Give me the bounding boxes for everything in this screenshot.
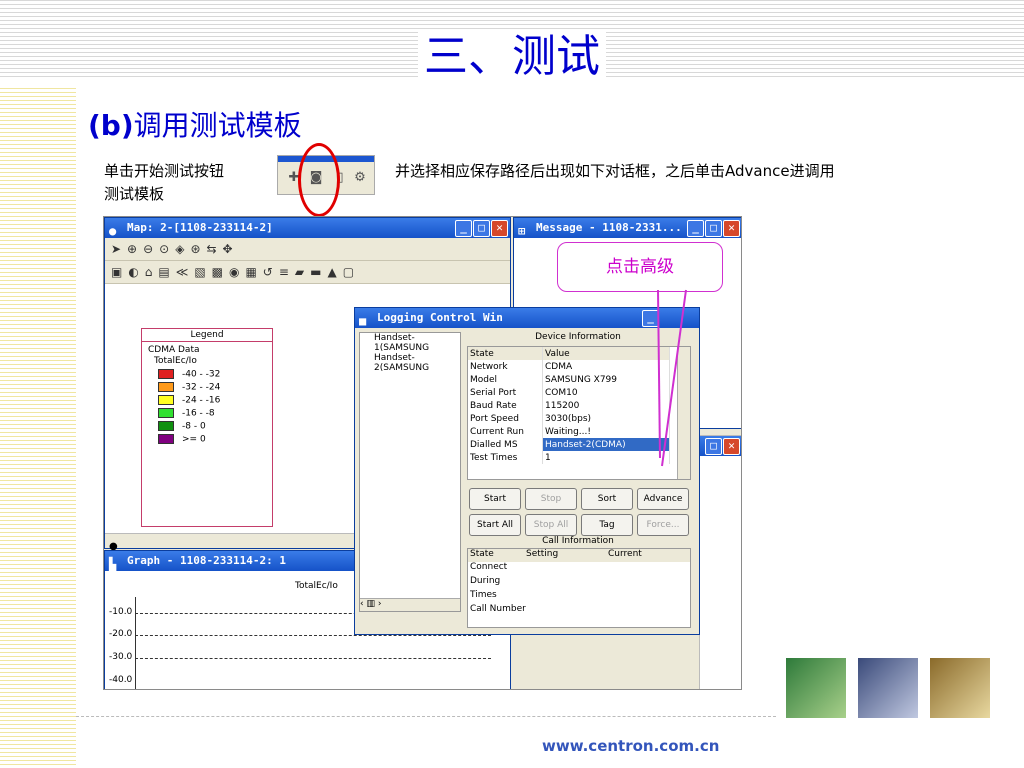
- map-toolbar-1[interactable]: ➤⊕⊖⊙◈⊛⇆✥: [105, 238, 510, 261]
- start-button[interactable]: Start: [469, 488, 521, 510]
- table-cell: Port Speed: [468, 412, 543, 425]
- sort-button[interactable]: Sort: [581, 488, 633, 510]
- stop-button[interactable]: Stop: [525, 488, 577, 510]
- table-cell: Network: [468, 360, 543, 373]
- call-info-table[interactable]: State Setting Current Connect During Tim…: [467, 548, 691, 628]
- close-button[interactable]: ✕: [723, 220, 740, 237]
- grid-line: [135, 658, 491, 659]
- map-toolbar-2[interactable]: ▣◐⌂▤≪▧▩◉▦↺≡▰▬▲▢: [105, 261, 510, 284]
- stop-all-button[interactable]: Stop All: [525, 514, 577, 536]
- tag-button[interactable]: Tag: [581, 514, 633, 536]
- minimize-button[interactable]: _: [687, 220, 704, 237]
- slide-subtitle: (b)调用测试模板: [88, 109, 302, 142]
- start-all-button[interactable]: Start All: [469, 514, 521, 536]
- y-tick-label: -10.0: [109, 607, 133, 617]
- callout-bubble: 点击高级: [557, 242, 723, 292]
- description-line-2: 测试模板: [104, 185, 165, 203]
- table-cell: Test Times: [468, 451, 543, 464]
- settings-icon[interactable]: ⚙: [352, 170, 368, 186]
- grid-icon: ⊞: [518, 224, 526, 238]
- highlight-oval: [298, 143, 340, 217]
- table-cell: Model: [468, 373, 543, 386]
- close-button[interactable]: ✕: [491, 220, 508, 237]
- legend-metric: TotalEc/Io: [154, 356, 197, 366]
- map-window-titlebar[interactable]: ● Map: 2-[1108-233114-2] _ □ ✕: [105, 218, 510, 238]
- handset-list-scrollbar[interactable]: ‹ ▥ ›: [360, 598, 460, 611]
- legend-item: -32 - -24: [158, 382, 220, 393]
- legend-swatch: [158, 395, 174, 405]
- description-line-1-cont: 并选择相应保存路径后出现如下对话框，之后单击Advance进调用: [395, 162, 835, 180]
- legend-title: Legend: [142, 329, 272, 342]
- graph-series-label: TotalEc/Io: [295, 581, 338, 591]
- description-line-1: 单击开始测试按钮: [104, 162, 225, 180]
- side-window-titlebar[interactable]: □ ✕: [700, 436, 741, 456]
- column-header: Current: [608, 549, 642, 559]
- legend-item: -8 - 0: [158, 421, 206, 432]
- table-cell: Serial Port: [468, 386, 543, 399]
- legend-item: -24 - -16: [158, 395, 220, 406]
- y-tick-label: -40.0: [109, 675, 133, 685]
- force-button[interactable]: Force...: [637, 514, 689, 536]
- footer-url[interactable]: www.centron.com.cn: [542, 737, 719, 755]
- check-decoration-green: [786, 658, 846, 718]
- table-header: State Setting Current: [468, 549, 690, 562]
- window-icon: ■: [359, 314, 367, 328]
- map-legend: Legend CDMA Data TotalEc/Io -40 - -32 -3…: [141, 328, 273, 527]
- legend-item: >= 0: [158, 434, 206, 445]
- legend-group: CDMA Data: [148, 345, 200, 355]
- table-row: Call Number: [470, 604, 526, 614]
- grid-line: [135, 635, 491, 636]
- message-window-titlebar[interactable]: ⊞ Message - 1108-2331... _ □ ✕: [514, 218, 741, 238]
- maximize-button[interactable]: □: [705, 438, 722, 455]
- callout-arrow: [657, 289, 687, 467]
- side-window: □ ✕: [699, 435, 741, 689]
- legend-item: -16 - -8: [158, 408, 215, 419]
- legend-item: -40 - -32: [158, 369, 220, 380]
- footer-divider: [76, 716, 776, 717]
- chart-icon: ▙: [109, 557, 117, 571]
- legend-swatch: [158, 434, 174, 444]
- column-header: Setting: [526, 549, 559, 559]
- table-cell: Baud Rate: [468, 399, 543, 412]
- globe-icon: ●: [109, 224, 117, 238]
- slide-title: 三、测试: [0, 20, 1024, 84]
- column-header: State: [470, 549, 494, 559]
- table-row[interactable]: Connect: [468, 562, 690, 576]
- handset-item[interactable]: Handset-2(SAMSUNG: [360, 353, 460, 373]
- legend-swatch: [158, 421, 174, 431]
- minimize-button[interactable]: _: [455, 220, 472, 237]
- check-decoration-blue: [858, 658, 918, 718]
- legend-swatch: [158, 382, 174, 392]
- left-stripes: [0, 88, 76, 768]
- handset-item[interactable]: Handset-1(SAMSUNG: [360, 333, 460, 353]
- check-decoration-gold: [930, 658, 990, 718]
- advance-button[interactable]: Advance: [637, 488, 689, 510]
- maximize-button[interactable]: □: [705, 220, 722, 237]
- close-button[interactable]: ✕: [723, 438, 740, 455]
- call-info-header: Call Information: [542, 536, 614, 546]
- legend-swatch: [158, 369, 174, 379]
- legend-swatch: [158, 408, 174, 418]
- maximize-button[interactable]: □: [473, 220, 490, 237]
- table-cell: Current Run: [468, 425, 543, 438]
- y-tick-label: -30.0: [109, 652, 133, 662]
- table-row: During: [470, 576, 501, 586]
- column-header: State: [468, 347, 543, 360]
- table-row: Times: [470, 590, 497, 600]
- y-axis: [135, 597, 136, 689]
- table-cell: Dialled MS: [468, 438, 543, 451]
- y-tick-label: -20.0: [109, 629, 133, 639]
- handset-list[interactable]: Handset-1(SAMSUNG Handset-2(SAMSUNG ‹ ▥ …: [359, 332, 461, 612]
